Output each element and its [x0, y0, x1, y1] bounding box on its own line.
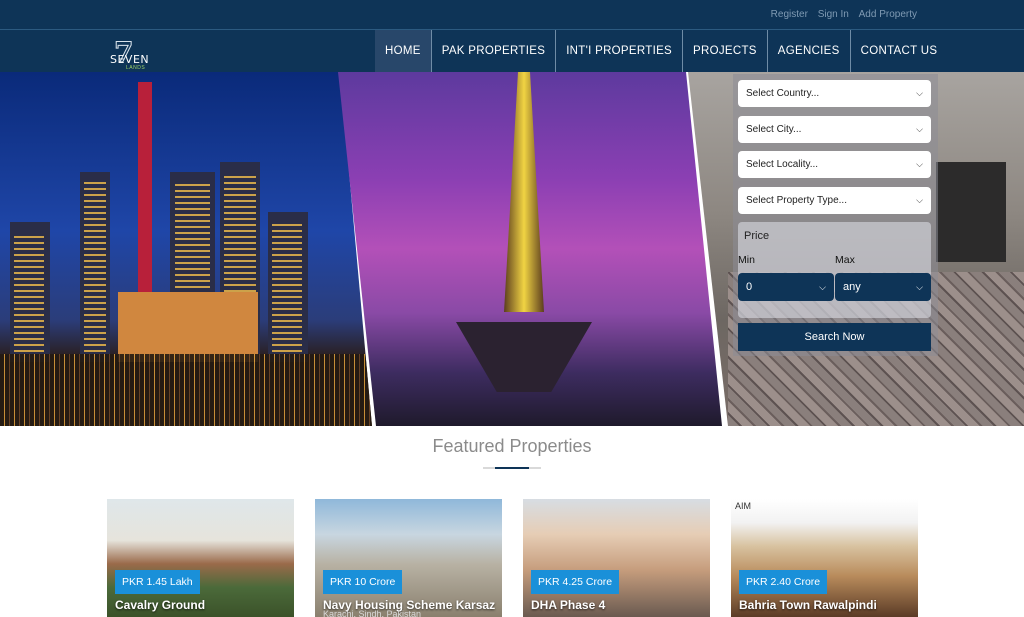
featured-properties-heading: Featured Properties: [432, 436, 592, 456]
min-price-label: Min: [738, 254, 755, 266]
chevron-down-icon: ⌵: [916, 159, 923, 169]
property-location: Karachi, Sindh, Pakistan: [323, 609, 422, 617]
max-price-select[interactable]: any ⌵: [835, 273, 931, 301]
nav-agencies[interactable]: AGENCIES: [768, 30, 851, 72]
agency-watermark: AIM: [735, 501, 752, 511]
price-badge: PKR 1.45 Lakh: [115, 570, 200, 594]
nav-pak-properties[interactable]: PAK PROPERTIES: [432, 30, 557, 72]
nav-intl-properties[interactable]: INT'I PROPERTIES: [556, 30, 684, 72]
locality-select-value: Select Locality...: [746, 159, 819, 170]
register-link[interactable]: Register: [771, 9, 808, 20]
logo-sub: LANDS: [126, 65, 146, 71]
add-property-link[interactable]: Add Property: [859, 9, 917, 20]
property-name: DHA Phase 4: [531, 598, 606, 612]
hero-image-minar-tower: [338, 72, 722, 426]
property-type-select-value: Select Property Type...: [746, 195, 847, 206]
price-badge: PKR 4.25 Crore: [531, 570, 620, 594]
chevron-down-icon: ⌵: [916, 124, 923, 134]
property-name: Bahria Town Rawalpindi: [739, 598, 877, 612]
property-search-form: Select Country... ⌵ Select City... ⌵ Sel…: [733, 74, 938, 356]
country-select[interactable]: Select Country... ⌵: [738, 80, 931, 107]
property-type-select[interactable]: Select Property Type... ⌵: [738, 187, 931, 214]
property-card[interactable]: AIM PKR 2.40 Crore Bahria Town Rawalpind…: [731, 499, 918, 617]
top-links: Register Sign In Add Property: [764, 9, 917, 20]
city-select-value: Select City...: [746, 124, 802, 135]
locality-select[interactable]: Select Locality... ⌵: [738, 151, 931, 178]
min-price-value: 0: [746, 281, 753, 293]
price-label: Price: [744, 230, 770, 242]
property-card[interactable]: PKR 1.45 Lakh Cavalry Ground: [107, 499, 294, 617]
max-price-value: any: [843, 281, 861, 293]
chevron-down-icon: ⌵: [916, 281, 923, 292]
property-card[interactable]: PKR 4.25 Crore DHA Phase 4: [523, 499, 710, 617]
property-name: Cavalry Ground: [115, 598, 206, 612]
property-card[interactable]: PKR 10 Crore Navy Housing Scheme Karsaz …: [315, 499, 502, 617]
main-nav: HOME PAK PROPERTIES INT'I PROPERTIES PRO…: [375, 30, 947, 72]
sign-in-link[interactable]: Sign In: [818, 9, 849, 20]
nav-projects[interactable]: PROJECTS: [683, 30, 768, 72]
nav-contact-us[interactable]: CONTACT US: [851, 30, 948, 72]
top-bar: Register Sign In Add Property: [0, 0, 1024, 30]
city-select[interactable]: Select City... ⌵: [738, 116, 931, 143]
max-price-label: Max: [835, 254, 855, 266]
hero-image-city-skyline: [0, 72, 372, 426]
price-badge: PKR 2.40 Crore: [739, 570, 828, 594]
site-logo[interactable]: 7 SEVEN LANDS: [110, 36, 150, 72]
min-price-select[interactable]: 0 ⌵: [738, 273, 834, 301]
country-select-value: Select Country...: [746, 88, 820, 99]
chevron-down-icon: ⌵: [916, 88, 923, 98]
price-badge: PKR 10 Crore: [323, 570, 403, 594]
nav-home[interactable]: HOME: [375, 30, 432, 72]
chevron-down-icon: ⌵: [819, 281, 826, 292]
search-now-button[interactable]: Search Now: [738, 323, 931, 351]
heading-underline: [483, 467, 541, 469]
chevron-down-icon: ⌵: [916, 195, 923, 205]
